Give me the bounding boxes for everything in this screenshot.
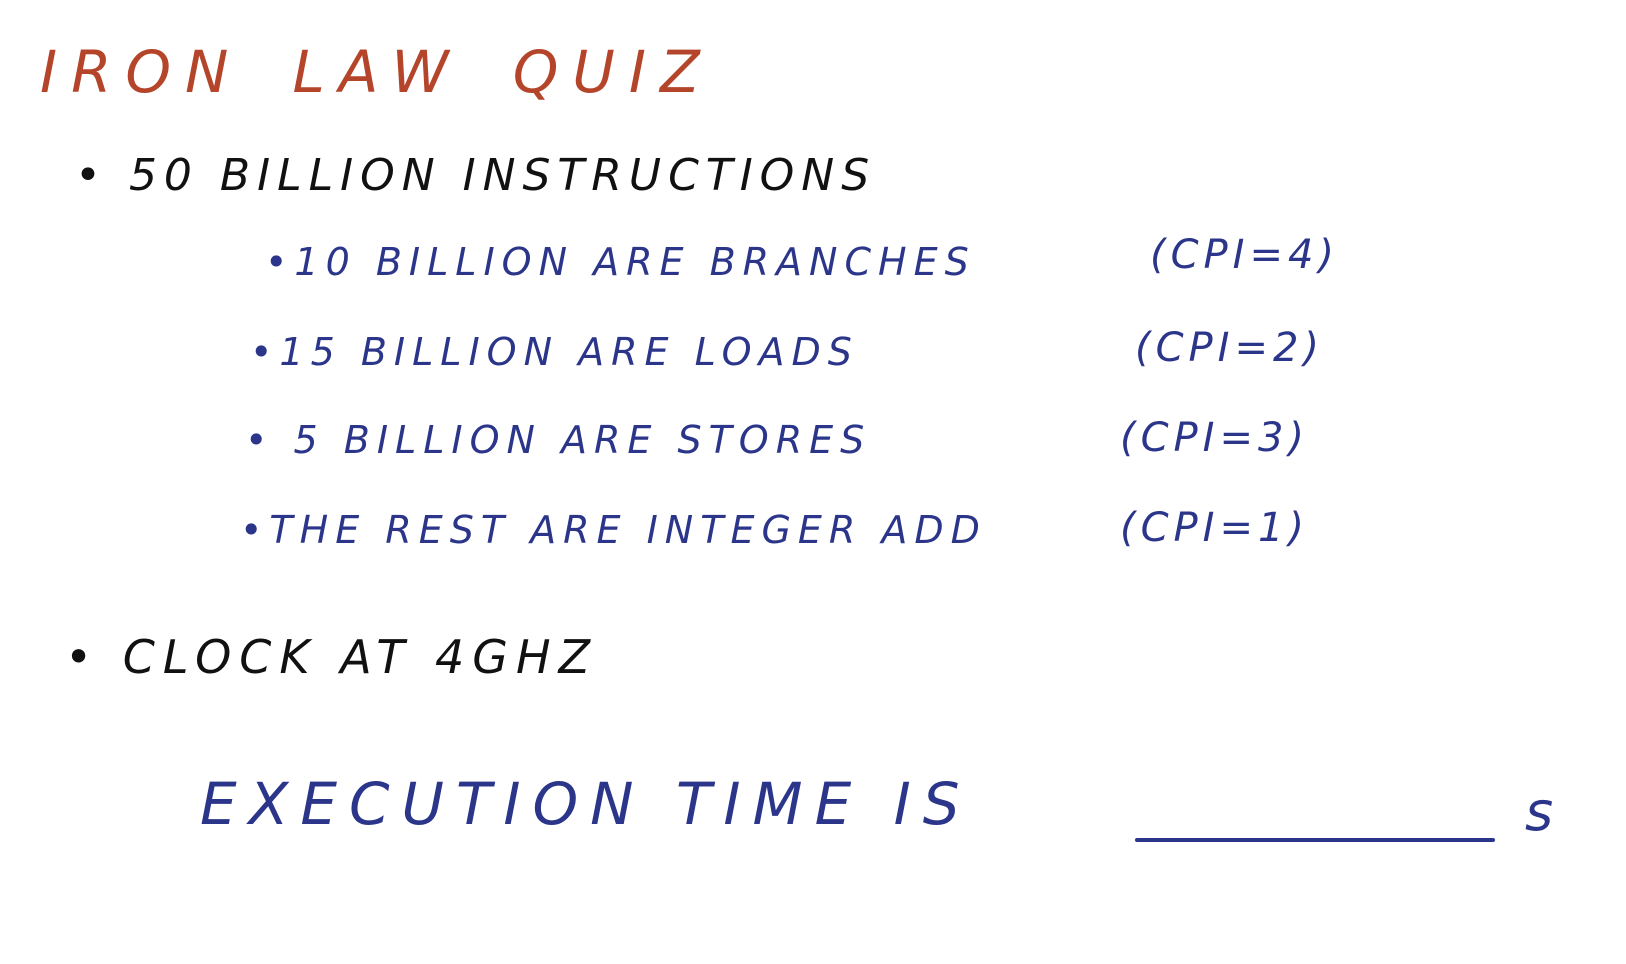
unit-label: s bbox=[1525, 780, 1554, 843]
loads-cpi: (CPI=2) bbox=[1135, 325, 1325, 371]
integer-add-bullet: •THE REST ARE INTEGER ADD bbox=[240, 508, 987, 552]
title-word: QUIZ bbox=[512, 38, 714, 106]
stores-bullet: • 5 BILLION ARE STORES bbox=[245, 418, 872, 462]
question-text: EXECUTION TIME IS bbox=[200, 770, 972, 838]
page-title: IRON LAW QUIZ bbox=[40, 38, 764, 106]
instructions-bullet: • 50 BILLION INSTRUCTIONS bbox=[75, 150, 877, 201]
loads-bullet: •15 BILLION ARE LOADS bbox=[250, 330, 859, 374]
stores-cpi: (CPI=3) bbox=[1120, 415, 1310, 461]
title-word: LAW bbox=[292, 38, 463, 106]
clock-bullet: • CLOCK AT 4GHz bbox=[65, 630, 599, 684]
answer-blank[interactable] bbox=[1135, 838, 1495, 842]
title-word: IRON bbox=[40, 38, 243, 106]
branches-bullet: •10 BILLION ARE BRANCHES bbox=[265, 240, 976, 284]
branches-cpi: (CPI=4) bbox=[1150, 232, 1340, 278]
integer-add-cpi: (CPI=1) bbox=[1120, 505, 1310, 551]
